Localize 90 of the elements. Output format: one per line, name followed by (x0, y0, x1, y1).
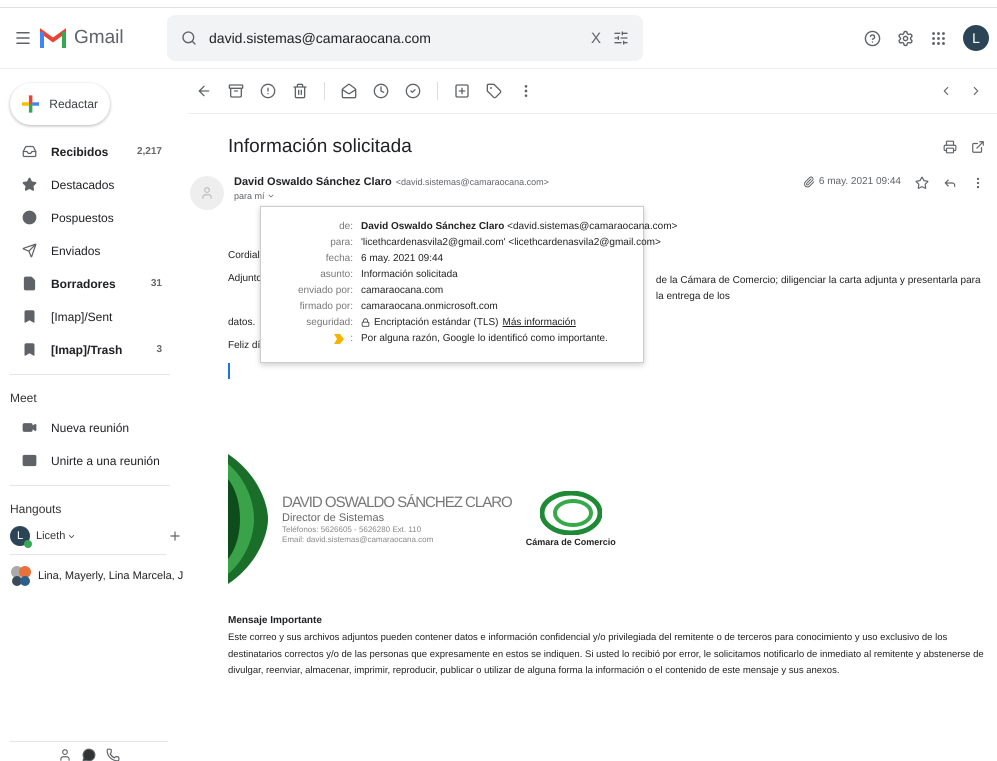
chat-item[interactable]: Lina, Mayerly, Lina Marcela, J (0, 561, 188, 591)
label-icon (22, 342, 37, 357)
attachment-icon (802, 176, 815, 188)
mail-icon[interactable] (341, 83, 357, 99)
user-menu[interactable]: Liceth (36, 530, 162, 542)
compose-button[interactable]: Redactar (10, 83, 110, 125)
detail-label: de: (338, 221, 353, 232)
archive-icon[interactable] (228, 83, 244, 99)
sender-name: David Oswaldo Sánchez Claro (234, 176, 392, 188)
meet-item[interactable]: Unirte a una reunión (0, 444, 188, 477)
sidebar-item[interactable]: Recibidos 2,217 (0, 135, 188, 168)
recipient-dropdown[interactable]: para mí (234, 191, 793, 201)
task-icon[interactable] (405, 83, 421, 99)
sidebar-item[interactable]: Borradores 31 (0, 267, 188, 300)
detail-value: 'licethcardenasvila2@gmail.com' <licethcardenasvila2@gmail.com> (361, 237, 661, 248)
disclaimer-title: Mensaje Importante (228, 615, 323, 626)
sender-email: <david.sistemas@camaraocana.com> (396, 177, 549, 187)
delete-icon[interactable] (292, 83, 308, 99)
menu-icon[interactable] (14, 29, 32, 47)
organization-name: Cámara de Comercio (526, 537, 616, 547)
body-text: Feliz dí (228, 340, 260, 351)
detail-value: 6 may. 2021 09:44 (361, 253, 444, 264)
app-name: Gmail (74, 27, 124, 49)
detail-label: enviado por: (296, 285, 353, 296)
detail-label: : (261, 333, 353, 344)
arcs-logo-icon (228, 454, 268, 584)
disclaimer-text: Este correo y sus archivos adjuntos pueden contener datos e información confidencial y/o privilegiada del remitente o de terceros para conocimiento y uso exclusivo de los destinatarios correctos y/o de las personas que expresamente en estos se indiquen. Si usted lo recibió por error, le solicitamos notificarlo de inmediato al remitente y abstenerse de divulgar, reenviar, almacenar, imprimir, reproducir, publicar o utilizar de alguna forma la información o el contenido de este mensaje y sus anexos. (228, 631, 985, 678)
sidebar-item[interactable]: [Imap]/Trash 3 (0, 333, 188, 366)
inbox-icon (22, 144, 37, 159)
report-icon[interactable] (260, 83, 276, 99)
send-icon (22, 243, 37, 258)
phone-icon[interactable] (106, 748, 120, 761)
video-icon (22, 420, 37, 435)
signature-title: Director de Sistemas (282, 512, 386, 524)
meet-item[interactable]: Nueva reunión (0, 411, 188, 444)
detail-label: fecha: (324, 253, 353, 264)
new-window-icon[interactable] (971, 140, 985, 154)
add-icon[interactable] (168, 529, 182, 543)
star-icon (22, 177, 37, 192)
email-subject: Información solicitada (228, 136, 413, 158)
user-avatar: L (10, 526, 30, 546)
help-icon[interactable] (864, 30, 881, 46)
settings-icon[interactable] (897, 30, 914, 46)
signature-name: DAVID OSWALDO SÁNCHEZ CLARO (282, 494, 512, 511)
search-icon[interactable] (181, 30, 197, 46)
section-title: Meet (9, 390, 38, 407)
detail-value: David Oswaldo Sánchez Claro <david.sistemas@camaraocana.com> (361, 221, 678, 232)
chat-icon[interactable] (82, 748, 96, 761)
body-text: Cordial (228, 250, 260, 261)
detail-label: para: (329, 237, 353, 248)
account-avatar[interactable]: L (963, 25, 989, 51)
label-icon (22, 309, 37, 324)
back-icon[interactable] (196, 83, 212, 99)
detail-value: camaraocana.onmicrosoft.com (361, 301, 498, 312)
print-icon[interactable] (943, 140, 957, 154)
detail-label: firmado por: (298, 301, 353, 312)
sidebar-item[interactable]: Destacados (0, 168, 188, 201)
move-icon[interactable] (454, 83, 470, 99)
contacts-icon[interactable] (58, 748, 72, 761)
importance-marker-icon (334, 334, 344, 344)
caret-icon (266, 192, 275, 200)
detail-value: Por alguna razón, Google lo identificó como importante. (361, 333, 608, 344)
detail-value: Encriptación estándar (TLS) Más información (361, 317, 576, 328)
sidebar-item[interactable]: Enviados (0, 234, 188, 267)
sidebar-item[interactable]: Pospuestos (0, 201, 188, 234)
detail-label: asunto: (319, 269, 353, 280)
star-icon[interactable] (915, 176, 929, 190)
filter-icon[interactable] (613, 30, 629, 46)
body-text: de la Cámara de Comercio; diligenciar la carta adjunta y presentarla para la entrega de los (656, 274, 982, 304)
clear-button[interactable]: X (590, 30, 601, 46)
label-icon[interactable] (486, 83, 502, 99)
email-date: 6 may. 2021 09:44 (818, 176, 901, 187)
sender-avatar (190, 176, 224, 210)
plus-icon (22, 94, 40, 114)
body-text: datos. (228, 317, 256, 328)
more-info-link[interactable]: Más información (502, 317, 576, 328)
rings-logo-icon (540, 491, 602, 535)
sidebar-item[interactable]: [Imap]/Sent (0, 300, 188, 333)
draft-icon (22, 276, 37, 291)
lock-icon (361, 318, 370, 327)
detail-value: Información solicitada (361, 269, 458, 280)
section-title: Hangouts (9, 501, 62, 518)
apps-icon[interactable] (930, 30, 947, 46)
group-avatar-icon (10, 565, 32, 587)
detail-value: camaraocana.com (361, 285, 444, 296)
mail-logo-icon[interactable] (40, 28, 66, 48)
detail-label: seguridad: (305, 317, 353, 328)
signature-phone: Teléfonos: 5626605 - 5626280 Ext. 110 (282, 525, 422, 534)
search-field[interactable]: david.sistemas@camaraocana.com X (167, 15, 643, 61)
signature-email: Email: david.sistemas@camaraocana.com (282, 535, 434, 544)
